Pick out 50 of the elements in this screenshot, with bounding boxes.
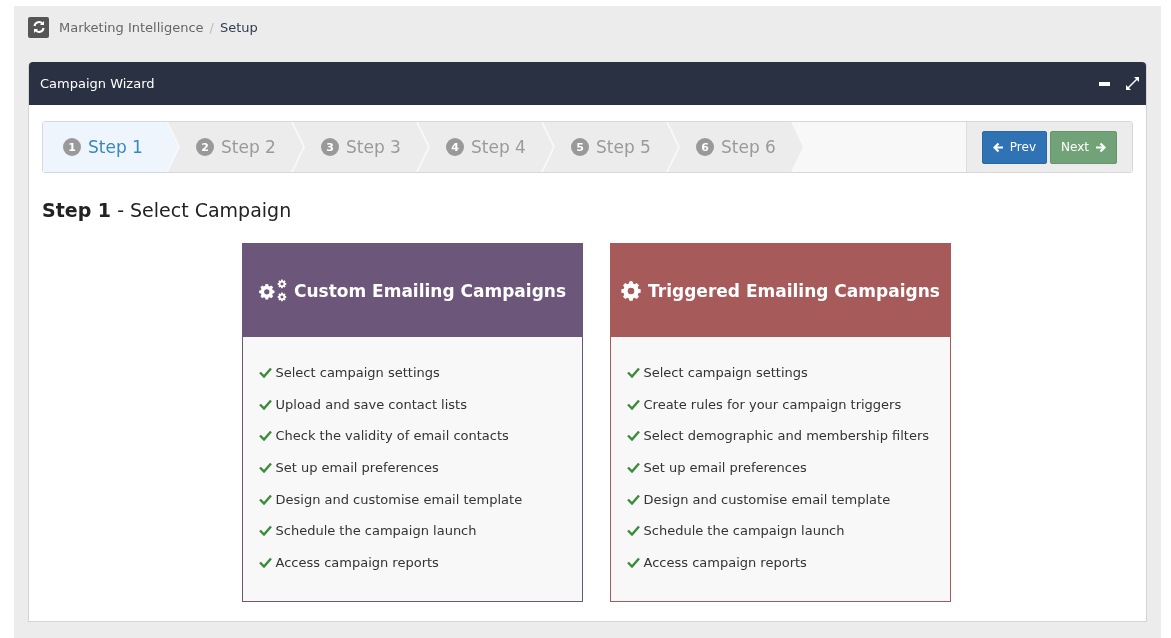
breadcrumb-current: Setup [219,19,258,35]
wizard-step[interactable]: 3 Step 3 [293,122,428,172]
panel-title: Campaign Wizard [40,76,156,91]
check-icon [258,367,272,379]
feature-item: Schedule the campaign launch [643,523,845,539]
step-heading: Step 1 - Select Campaign [42,199,293,221]
feature-item: Check the validity of email contacts [275,428,509,444]
check-icon [258,430,272,442]
check-icon [626,525,640,537]
feature-item: Schedule the campaign launch [275,523,477,539]
check-icon [258,462,272,474]
arrow-right-icon [1095,141,1106,153]
feature-item: Design and customise email template [275,491,523,507]
campaign-card[interactable] [241,243,583,602]
check-icon [626,367,640,379]
next-button[interactable]: Next [1050,130,1117,164]
arrow-left-icon [992,141,1004,153]
check-icon [626,556,640,568]
check-icon [626,493,640,505]
check-icon [626,398,640,410]
feature-item: Design and customise email template [643,491,891,507]
gear-icon [620,279,643,302]
wizard-step[interactable]: 4 Step 4 [418,122,553,172]
card-title: Custom Emailing Campaigns [293,280,567,301]
feature-item: Upload and save contact lists [275,396,467,412]
card-title: Triggered Emailing Campaigns [648,280,940,301]
feature-item: Select campaign settings [275,365,440,381]
feature-item: Set up email preferences [275,460,439,476]
feature-item: Set up email preferences [643,460,807,476]
check-icon [258,525,272,537]
wizard-step[interactable]: 1 Step 1 [43,122,178,172]
gears-icon [257,278,288,303]
check-icon [626,430,640,442]
breadcrumb-separator: / [209,19,214,35]
wizard-step[interactable]: 6 Step 6 [668,122,803,172]
check-icon [258,398,272,410]
breadcrumb-link[interactable]: Marketing Intelligence [59,19,204,35]
prev-button[interactable]: Prev [981,130,1048,164]
wizard-step[interactable]: 5 Step 5 [543,122,678,172]
feature-item: Select campaign settings [643,365,808,381]
feature-item: Create rules for your campaign triggers [643,396,902,412]
feature-item: Access campaign reports [643,554,807,570]
check-icon [258,556,272,568]
feature-item: Access campaign reports [275,554,439,570]
check-icon [258,493,272,505]
refresh-icon[interactable] [28,16,49,38]
campaign-card[interactable] [609,243,951,602]
wizard-step[interactable]: 2 Step 2 [168,122,303,172]
feature-item: Select demographic and membership filters [643,428,930,444]
check-icon [626,462,640,474]
